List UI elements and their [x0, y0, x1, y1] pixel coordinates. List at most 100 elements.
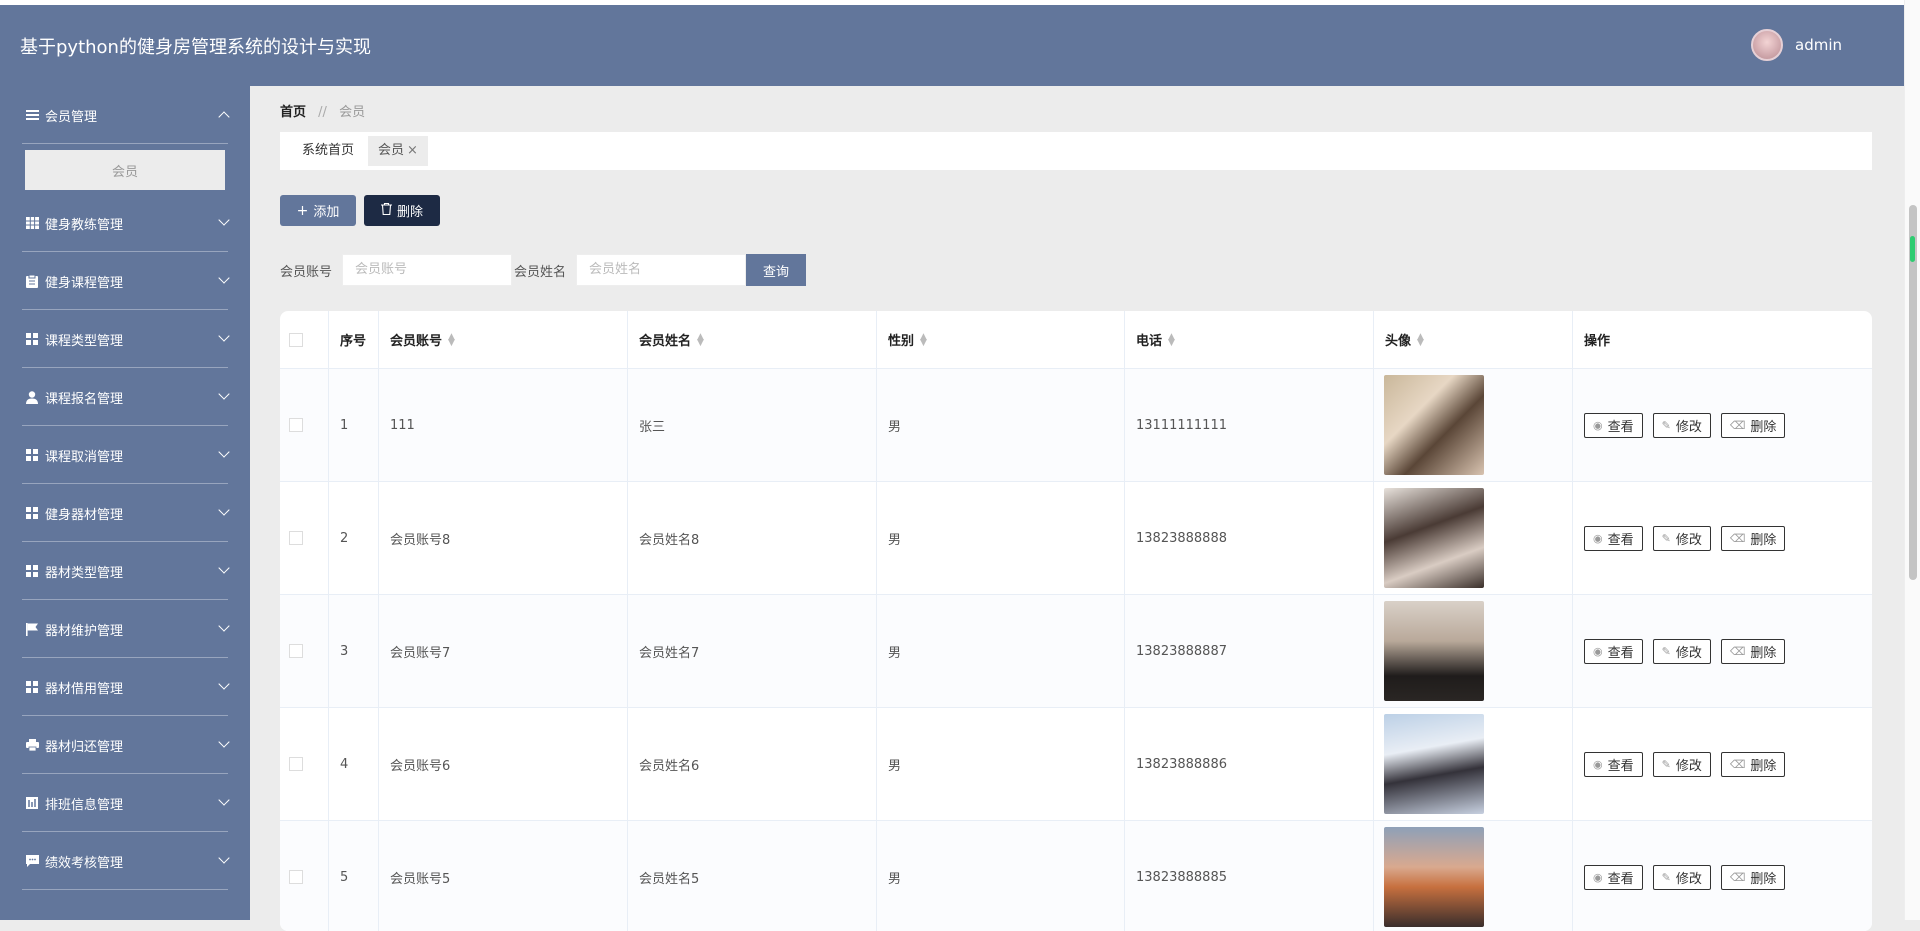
delete-button[interactable]: ⌫ 删除 — [1720, 412, 1786, 438]
row-checkbox[interactable] — [289, 757, 303, 771]
header-gender[interactable]: 性别 ▲ ▼ — [877, 311, 1125, 368]
tab-home[interactable]: 系统首页 — [292, 136, 364, 166]
name-label: 会员姓名 — [514, 264, 567, 280]
cell-gender: 男 — [877, 482, 1125, 594]
edit-icon: ✎ — [1661, 757, 1671, 771]
view-button[interactable]: ◉ 查看 — [1584, 638, 1643, 664]
breadcrumb-home[interactable]: 首页 — [280, 105, 306, 120]
edit-button[interactable]: ✎ 修改 — [1652, 525, 1711, 551]
breadcrumb: 首页 // 会员 — [280, 101, 365, 120]
tab-label: 系统首页 — [302, 143, 355, 158]
close-icon[interactable]: × — [407, 143, 418, 158]
row-actions: ◉ 查看 ✎ 修改 ⌫ 删除 — [1584, 638, 1786, 664]
member-photo[interactable] — [1384, 827, 1484, 927]
sidebar-item-coach-management[interactable]: 健身教练管理 — [0, 194, 250, 252]
member-photo[interactable] — [1384, 714, 1484, 814]
trash-icon: ⌫ — [1729, 531, 1746, 545]
delete-button-label: 删除 — [1750, 419, 1777, 435]
sidebar-item-label: 器材类型管理 — [45, 565, 124, 581]
sidebar-item-label: 健身教练管理 — [45, 217, 124, 233]
delete-button[interactable]: ⌫ 删除 — [1720, 638, 1786, 664]
view-button[interactable]: ◉ 查看 — [1584, 412, 1643, 438]
page-scrollbar[interactable] — [1904, 0, 1920, 920]
sidebar-item-equipment-management[interactable]: 健身器材管理 — [0, 484, 250, 542]
actions-cell: ◉ 查看 ✎ 修改 ⌫ 删除 — [1573, 482, 1872, 594]
edit-button[interactable]: ✎ 修改 — [1652, 751, 1711, 777]
sidebar-item-equipment-return-management[interactable]: 器材归还管理 — [0, 716, 250, 774]
header-select-cell — [280, 311, 329, 368]
sidebar-item-equipment-type-management[interactable]: 器材类型管理 — [0, 542, 250, 600]
cell-account: 会员账号5 — [379, 821, 628, 931]
cell-account: 会员账号7 — [379, 595, 628, 707]
sidebar-item-performance-management[interactable]: 绩效考核管理 — [0, 832, 250, 890]
cell-index: 5 — [329, 821, 379, 931]
chevron-down-icon — [218, 272, 230, 284]
sort-icon[interactable]: ▲ ▼ — [448, 332, 455, 347]
avatar-cell — [1374, 482, 1573, 594]
edit-button[interactable]: ✎ 修改 — [1652, 864, 1711, 890]
username[interactable]: admin — [1795, 36, 1842, 54]
member-photo[interactable] — [1384, 601, 1484, 701]
sidebar-item-label: 健身器材管理 — [45, 507, 124, 523]
edit-button-label: 修改 — [1675, 419, 1702, 435]
view-button[interactable]: ◉ 查看 — [1584, 751, 1643, 777]
sort-icon[interactable]: ▲ ▼ — [697, 332, 704, 347]
row-actions: ◉ 查看 ✎ 修改 ⌫ 删除 — [1584, 412, 1786, 438]
tab-member[interactable]: 会员 × — [368, 136, 428, 166]
view-button[interactable]: ◉ 查看 — [1584, 525, 1643, 551]
account-search-input[interactable]: 会员账号 — [342, 254, 513, 286]
cell-gender: 男 — [877, 595, 1125, 707]
cell-gender: 男 — [877, 369, 1125, 481]
delete-button-label: 删除 — [1750, 532, 1777, 548]
account-label: 会员账号 — [280, 264, 333, 280]
sidebar-item-label: 排班信息管理 — [45, 797, 124, 813]
tab-label: 会员 — [378, 143, 405, 158]
sidebar-item-course-type-management[interactable]: 课程类型管理 — [0, 310, 250, 368]
sidebar-subitem-member[interactable]: 会员 — [25, 150, 225, 190]
sidebar-item-schedule-management[interactable]: 排班信息管理 — [0, 774, 250, 832]
delete-button-label: 删除 — [1750, 645, 1777, 661]
name-search-input[interactable]: 会员姓名 — [576, 254, 747, 286]
header-avatar[interactable]: 头像 ▲ ▼ — [1374, 311, 1573, 368]
header-label: 头像 — [1385, 334, 1412, 349]
sidebar-item-course-management[interactable]: 健身课程管理 — [0, 252, 250, 310]
sort-icon[interactable]: ▲ ▼ — [1168, 332, 1175, 347]
header-account[interactable]: 会员账号 ▲ ▼ — [379, 311, 628, 368]
user-menu[interactable]: admin — [1751, 29, 1842, 61]
member-photo[interactable] — [1384, 488, 1484, 588]
cell-name: 会员姓名5 — [628, 821, 877, 931]
trash-icon: ⌫ — [1729, 418, 1746, 432]
edit-button[interactable]: ✎ 修改 — [1652, 638, 1711, 664]
delete-button[interactable]: ⌫ 删除 — [1720, 525, 1786, 551]
cell-name: 会员姓名8 — [628, 482, 877, 594]
chevron-down-icon — [218, 562, 230, 574]
delete-button[interactable]: 删除 — [364, 195, 440, 226]
header-phone[interactable]: 电话 ▲ ▼ — [1125, 311, 1374, 368]
chevron-down-icon — [218, 504, 230, 516]
row-checkbox[interactable] — [289, 531, 303, 545]
header-name[interactable]: 会员姓名 ▲ ▼ — [628, 311, 877, 368]
delete-button[interactable]: ⌫ 删除 — [1720, 864, 1786, 890]
sort-icon[interactable]: ▲ ▼ — [1417, 332, 1424, 347]
member-photo[interactable] — [1384, 375, 1484, 475]
select-all-checkbox[interactable] — [289, 332, 303, 347]
avatar[interactable] — [1751, 29, 1783, 61]
edit-button-label: 修改 — [1675, 532, 1702, 548]
sidebar-item-course-signup-management[interactable]: 课程报名管理 — [0, 368, 250, 426]
delete-button[interactable]: ⌫ 删除 — [1720, 751, 1786, 777]
row-checkbox[interactable] — [289, 418, 303, 432]
sidebar-item-course-cancel-management[interactable]: 课程取消管理 — [0, 426, 250, 484]
edit-button[interactable]: ✎ 修改 — [1652, 412, 1711, 438]
eye-icon: ◉ — [1593, 531, 1603, 545]
row-checkbox[interactable] — [289, 644, 303, 658]
view-button[interactable]: ◉ 查看 — [1584, 864, 1643, 890]
query-button[interactable]: 查询 — [746, 254, 807, 286]
chevron-down-icon — [218, 794, 230, 806]
sidebar-item-member-management[interactable]: 会员管理 — [0, 86, 250, 144]
add-button[interactable]: + 添加 — [280, 195, 356, 226]
sidebar-item-equipment-borrow-management[interactable]: 器材借用管理 — [0, 658, 250, 716]
sidebar-item-equipment-maintenance-management[interactable]: 器材维护管理 — [0, 600, 250, 658]
eye-icon: ◉ — [1593, 418, 1603, 432]
row-checkbox[interactable] — [289, 870, 303, 884]
sort-icon[interactable]: ▲ ▼ — [920, 332, 927, 347]
